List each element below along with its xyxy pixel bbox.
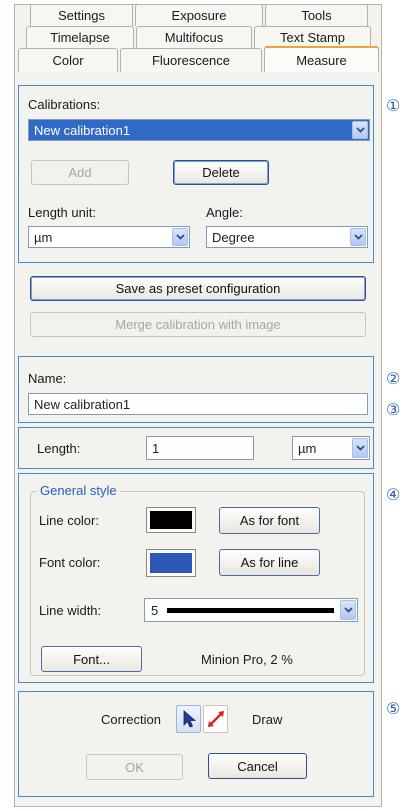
general-style-legend: General style: [37, 483, 120, 498]
line-color-fill: [150, 511, 192, 529]
font-info: Minion Pro, 2 %: [201, 652, 293, 667]
tab-exposure[interactable]: Exposure: [135, 4, 263, 26]
length-unit-combo-value: µm: [298, 440, 317, 456]
section-marker-3: ③: [386, 400, 401, 419]
line-width-value: 5: [151, 602, 159, 618]
tab-multifocus[interactable]: Multifocus: [136, 26, 252, 48]
line-color-swatch[interactable]: [146, 507, 196, 533]
delete-calibration-button[interactable]: Delete: [173, 160, 269, 185]
draw-label: Draw: [252, 712, 283, 727]
chevron-down-icon[interactable]: [172, 228, 188, 246]
length-input[interactable]: 1: [146, 436, 254, 460]
font-button[interactable]: Font...: [41, 646, 142, 672]
length-unit-combo[interactable]: µm: [292, 436, 370, 460]
angle-value: Degree: [212, 229, 255, 245]
correction-label: Correction: [101, 712, 161, 727]
line-width-select[interactable]: 5: [144, 598, 358, 622]
font-color-fill: [150, 553, 192, 573]
as-for-font-button[interactable]: As for font: [219, 507, 320, 534]
line-width-preview: [167, 607, 334, 613]
name-input[interactable]: New calibration1: [28, 393, 368, 415]
section-marker-1: ①: [386, 96, 401, 115]
tab-settings[interactable]: Settings: [30, 4, 133, 26]
add-calibration-button[interactable]: Add: [31, 160, 129, 185]
length-unit-label: Length unit:: [28, 205, 96, 220]
font-color-swatch[interactable]: [146, 549, 196, 577]
chevron-down-icon[interactable]: [352, 121, 368, 139]
section-marker-5: ⑤: [386, 699, 401, 718]
draw-mode-button[interactable]: [203, 705, 228, 733]
cancel-button[interactable]: Cancel: [208, 753, 307, 779]
angle-select[interactable]: Degree: [206, 226, 368, 248]
font-color-label: Font color:: [39, 555, 101, 570]
name-label: Name:: [28, 371, 67, 386]
length-label: Length:: [37, 441, 81, 456]
save-preset-button[interactable]: Save as preset configuration: [30, 276, 366, 301]
section-marker-4: ④: [386, 485, 401, 504]
angle-label: Angle:: [206, 205, 243, 220]
chevron-down-icon[interactable]: [352, 438, 368, 458]
calibration-select-value: New calibration1: [34, 122, 131, 138]
chevron-down-icon[interactable]: [350, 228, 366, 246]
tab-measure[interactable]: Measure: [264, 46, 379, 72]
tab-color[interactable]: Color: [18, 48, 118, 72]
correction-mode-button[interactable]: [176, 705, 201, 733]
length-unit-value: µm: [34, 229, 53, 245]
merge-calibration-button[interactable]: Merge calibration with image: [30, 312, 366, 337]
line-width-label: Line width:: [39, 603, 102, 618]
line-color-label: Line color:: [39, 513, 99, 528]
ok-button[interactable]: OK: [86, 754, 183, 780]
length-unit-select[interactable]: µm: [28, 226, 190, 248]
tab-tools[interactable]: Tools: [265, 4, 368, 26]
draw-line-icon: [207, 711, 224, 727]
chevron-down-icon[interactable]: [340, 600, 356, 620]
calibration-select[interactable]: New calibration1: [28, 119, 370, 141]
section-marker-2: ②: [386, 369, 401, 388]
arrow-cursor-icon: [183, 710, 196, 728]
tab-text-stamp[interactable]: Text Stamp: [254, 26, 371, 48]
tab-fluorescence[interactable]: Fluorescence: [120, 48, 262, 72]
calibrations-label: Calibrations:: [28, 97, 101, 112]
as-for-line-button[interactable]: As for line: [219, 549, 320, 576]
tab-timelapse[interactable]: Timelapse: [26, 26, 134, 48]
